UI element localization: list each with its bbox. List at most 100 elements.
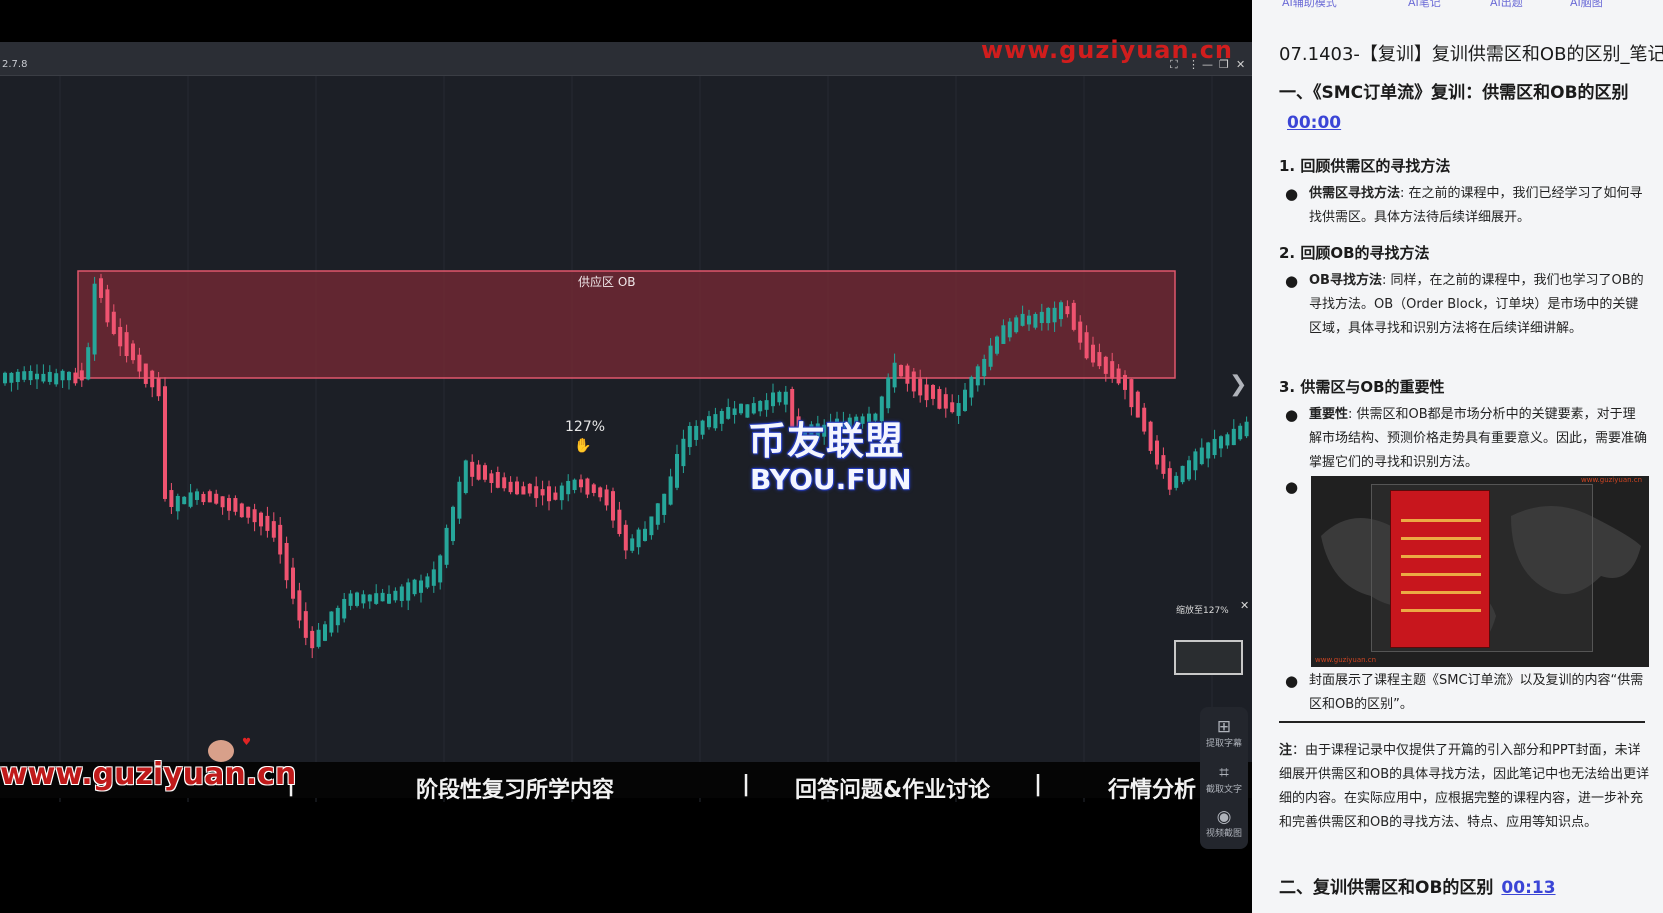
candle-body — [329, 611, 334, 633]
candle-body — [182, 496, 187, 505]
candle-body — [470, 461, 475, 477]
note-paragraph: 供需区寻找方法: 在之前的课程中，我们已经学习了如何寻找供需区。具体方法待后续详… — [1309, 182, 1647, 230]
candle-body — [259, 512, 263, 527]
candle-body — [681, 438, 686, 467]
candle-body — [534, 486, 539, 499]
candle-body — [393, 590, 398, 601]
candle-body — [899, 365, 903, 377]
ocr-text-icon: ⌗ — [1219, 763, 1229, 783]
chart-minimap[interactable] — [1174, 640, 1243, 675]
candle-body — [1091, 344, 1095, 363]
candle-body — [297, 590, 302, 621]
candle-body — [335, 607, 340, 626]
candle-body — [950, 402, 955, 413]
candle-body — [739, 403, 743, 414]
candle-body — [687, 425, 692, 448]
candle-body — [35, 373, 39, 380]
candle-body — [1206, 442, 1211, 459]
tab-ai-assist-mode[interactable]: AI辅助模式 — [1282, 0, 1337, 10]
candle-body — [291, 567, 295, 599]
video-screenshot-button[interactable]: ◉ 视频截图 — [1200, 807, 1248, 840]
cover-text-line — [1401, 537, 1481, 540]
close-icon[interactable]: ✕ — [1236, 58, 1245, 71]
timestamp-link[interactable]: 00:13 — [1501, 878, 1555, 898]
camera-icon: ◉ — [1216, 807, 1232, 827]
candle-body — [1014, 317, 1019, 333]
tool-label: 截取文字 — [1205, 785, 1242, 795]
candle-body — [1020, 313, 1025, 326]
candle-body — [207, 491, 212, 503]
note-term: OB寻找方法 — [1309, 273, 1382, 288]
candle-body — [655, 503, 660, 525]
candle-body — [387, 593, 391, 604]
course-cover-card — [1390, 490, 1490, 648]
note-paragraph: OB寻找方法: 同样，在之前的课程中，我们也学习了OB的寻找方法。OB（Orde… — [1309, 269, 1647, 341]
next-arrow-icon[interactable]: ❯ — [1229, 372, 1247, 397]
candle-body — [1219, 436, 1223, 449]
candle-body — [163, 386, 167, 499]
candle-body — [547, 486, 551, 502]
candle-body — [67, 371, 71, 381]
subtitle-item: 阶段性复习所学内容 — [416, 778, 615, 803]
hand-cursor-icon: ✋ — [574, 438, 592, 454]
candle-body — [1001, 325, 1006, 344]
subtitle-item: 行情分析 — [1108, 778, 1197, 803]
candle-body — [92, 283, 97, 355]
note-term: 供需区寻找方法 — [1309, 186, 1401, 201]
candle-body — [617, 509, 622, 535]
candle-body — [924, 384, 929, 401]
candle-body — [463, 460, 468, 494]
tool-label: 视频截图 — [1205, 829, 1242, 839]
section-heading: 二、复训供需区和OB的区别 00:13 — [1279, 873, 1556, 903]
course-cover-thumbnail[interactable]: www.guziyuan.cn www.guziyuan.cn — [1311, 476, 1649, 667]
candle-body — [73, 372, 78, 384]
video-player[interactable]: 2.7.8 ⛶ ⋮ — ❐ ✕ 供应区 OB 127% ✋ ❯ 缩放至127% … — [0, 0, 1252, 913]
tab-ai-mindmap[interactable]: AI脑图 — [1570, 0, 1603, 10]
tab-ai-quiz[interactable]: AI出题 — [1490, 0, 1523, 10]
zoom-toast-close-icon[interactable]: ✕ — [1240, 599, 1249, 612]
candle-body — [988, 345, 993, 367]
candle-body — [316, 629, 321, 647]
candle-body — [892, 362, 897, 388]
candle-body — [1193, 451, 1198, 471]
video-tools-panel: ⊞ 提取字幕 ⌗ 截取文字 ◉ 视频截图 — [1200, 707, 1248, 849]
note-term: 注 — [1279, 743, 1293, 758]
candle-body — [1103, 356, 1108, 374]
section-heading: 一、《SMC订单流》复训：供需区和OB的区别 00:00 — [1279, 78, 1649, 138]
candle-body — [604, 489, 609, 506]
candle-body — [1161, 455, 1166, 474]
tab-ai-notes[interactable]: AI笔记 — [1408, 0, 1441, 10]
candle-body — [611, 491, 615, 521]
candle-body — [1238, 425, 1243, 440]
candle-body — [937, 389, 942, 409]
candle-body — [502, 477, 507, 489]
candle-body — [975, 366, 980, 386]
subsection-heading: 2. 回顾OB的寻找方法 — [1279, 244, 1430, 262]
extract-subtitle-button[interactable]: ⊞ 提取字幕 — [1200, 717, 1248, 750]
candle-body — [630, 538, 635, 551]
candle-body — [47, 371, 52, 382]
candle-body — [643, 528, 647, 541]
candle-body — [150, 370, 155, 388]
candle-body — [28, 370, 33, 381]
candle-body — [419, 580, 423, 593]
ocr-text-button[interactable]: ⌗ 截取文字 — [1200, 763, 1248, 796]
candlestick-chart[interactable] — [0, 76, 1252, 802]
candle-body — [214, 493, 219, 504]
candle-body — [783, 391, 788, 405]
candle-body — [1212, 438, 1217, 456]
candle-body — [278, 524, 283, 555]
candle-body — [572, 479, 577, 491]
zoom-percent-label: 127% — [565, 419, 606, 435]
subsection-heading: 3. 供需区与OB的重要性 — [1279, 378, 1445, 396]
candle-body — [227, 498, 231, 511]
candle-body — [124, 332, 129, 357]
timestamp-link[interactable]: 00:00 — [1287, 113, 1341, 133]
candle-body — [675, 454, 679, 488]
candle-body — [1033, 313, 1038, 328]
thumbnail-watermark: www.guziyuan.cn — [1581, 476, 1643, 484]
thumbnail-watermark: www.guziyuan.cn — [1315, 656, 1377, 664]
divider — [1279, 721, 1645, 723]
candle-body — [99, 278, 103, 298]
watermark-site-bottom: www.guziyuan.cn — [0, 757, 297, 792]
